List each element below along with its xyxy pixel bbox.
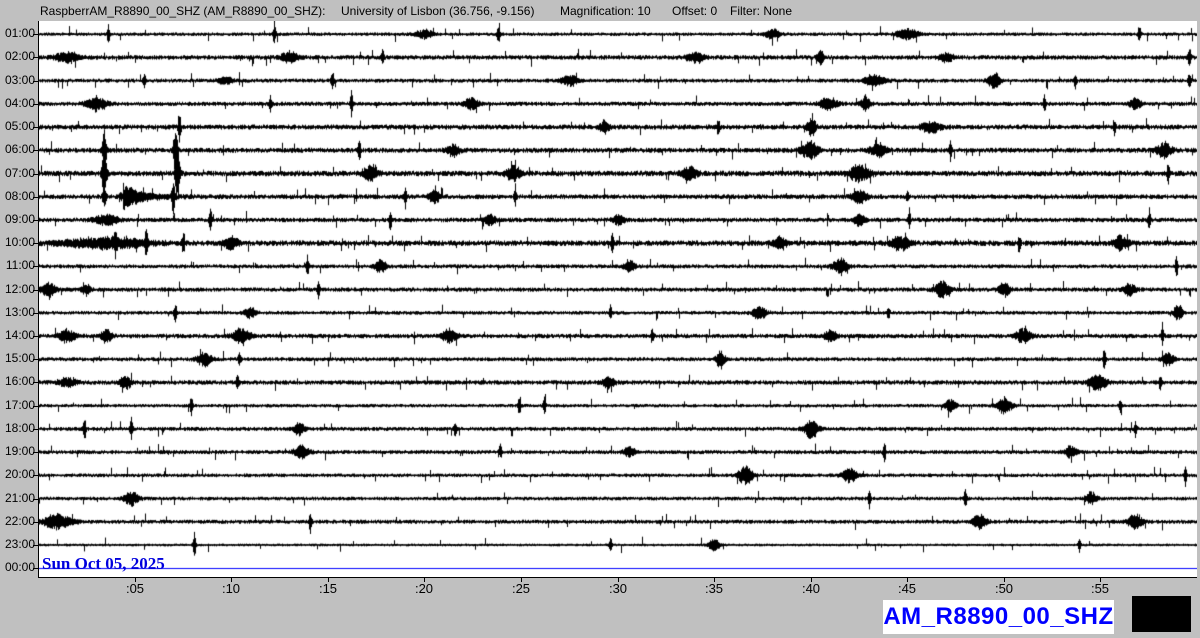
hour-tick [33, 475, 39, 476]
minute-label: :45 [897, 581, 917, 596]
minute-label: :35 [704, 581, 724, 596]
hour-label: 19:00 [4, 444, 35, 458]
status-black-box [1132, 596, 1191, 632]
hour-tick [33, 174, 39, 175]
hour-tick [33, 220, 39, 221]
hour-tick [33, 127, 39, 128]
hour-tick [33, 197, 39, 198]
hour-label: 00:00 [4, 560, 35, 574]
seismogram-traces-canvas[interactable] [39, 21, 1197, 577]
hour-tick [33, 34, 39, 35]
hour-label: 12:00 [4, 282, 35, 296]
hour-tick [33, 359, 39, 360]
hour-label: 16:00 [4, 374, 35, 388]
hour-tick [33, 452, 39, 453]
hour-tick [33, 522, 39, 523]
hour-label: 11:00 [5, 258, 35, 272]
minute-label: :10 [221, 581, 241, 596]
hour-tick [33, 545, 39, 546]
hour-label: 01:00 [4, 26, 35, 40]
minute-label: :15 [318, 581, 338, 596]
minute-label: :50 [994, 581, 1014, 596]
header-location: University of Lisbon (36.756, -9.156) [341, 4, 535, 18]
minute-label: :30 [608, 581, 628, 596]
hour-label: 10:00 [4, 235, 35, 249]
hour-tick [33, 57, 39, 58]
header-filter: Filter: None [730, 4, 793, 18]
hour-label: 06:00 [4, 142, 35, 156]
hour-label: 20:00 [4, 467, 35, 481]
hour-tick [33, 266, 39, 267]
hour-tick [33, 243, 39, 244]
hour-label: 18:00 [4, 421, 35, 435]
hour-label: 15:00 [4, 351, 35, 365]
hour-tick [33, 104, 39, 105]
header-station-title: RaspberrAM_R8890_00_SHZ (AM_R8890_00_SHZ… [40, 4, 326, 18]
minute-label: :20 [414, 581, 434, 596]
hour-tick [33, 568, 39, 569]
hour-label: 21:00 [4, 491, 35, 505]
station-label-box[interactable]: AM_R8890_00_SHZ [883, 600, 1114, 634]
hour-tick [33, 313, 39, 314]
hour-tick [33, 406, 39, 407]
minute-label: :55 [1090, 581, 1110, 596]
hour-tick [33, 499, 39, 500]
hour-tick [33, 290, 39, 291]
hour-tick [33, 429, 39, 430]
hour-label: 23:00 [4, 537, 35, 551]
hour-label: 04:00 [4, 96, 35, 110]
hour-label: 14:00 [4, 328, 35, 342]
hour-label: 08:00 [4, 189, 35, 203]
hour-tick [33, 382, 39, 383]
hour-label: 09:00 [4, 212, 35, 226]
hour-label: 13:00 [4, 305, 35, 319]
header-offset: Offset: 0 [672, 4, 718, 18]
minute-label: :40 [801, 581, 821, 596]
hour-label: 05:00 [4, 119, 35, 133]
helicorder-app: RaspberrAM_R8890_00_SHZ (AM_R8890_00_SHZ… [0, 0, 1200, 638]
hour-label: 07:00 [4, 166, 35, 180]
header-magnification: Magnification: 10 [560, 4, 651, 18]
hour-tick [33, 81, 39, 82]
hour-tick [33, 336, 39, 337]
date-label: Sun Oct 05, 2025 [42, 554, 165, 573]
hour-label: 03:00 [4, 73, 35, 87]
hour-label: 02:00 [4, 49, 35, 63]
station-label: AM_R8890_00_SHZ [883, 603, 1114, 630]
hour-tick [33, 150, 39, 151]
minute-label: :05 [125, 581, 145, 596]
minute-label: :25 [511, 581, 531, 596]
hour-label: 22:00 [4, 514, 35, 528]
hour-label: 17:00 [4, 398, 35, 412]
